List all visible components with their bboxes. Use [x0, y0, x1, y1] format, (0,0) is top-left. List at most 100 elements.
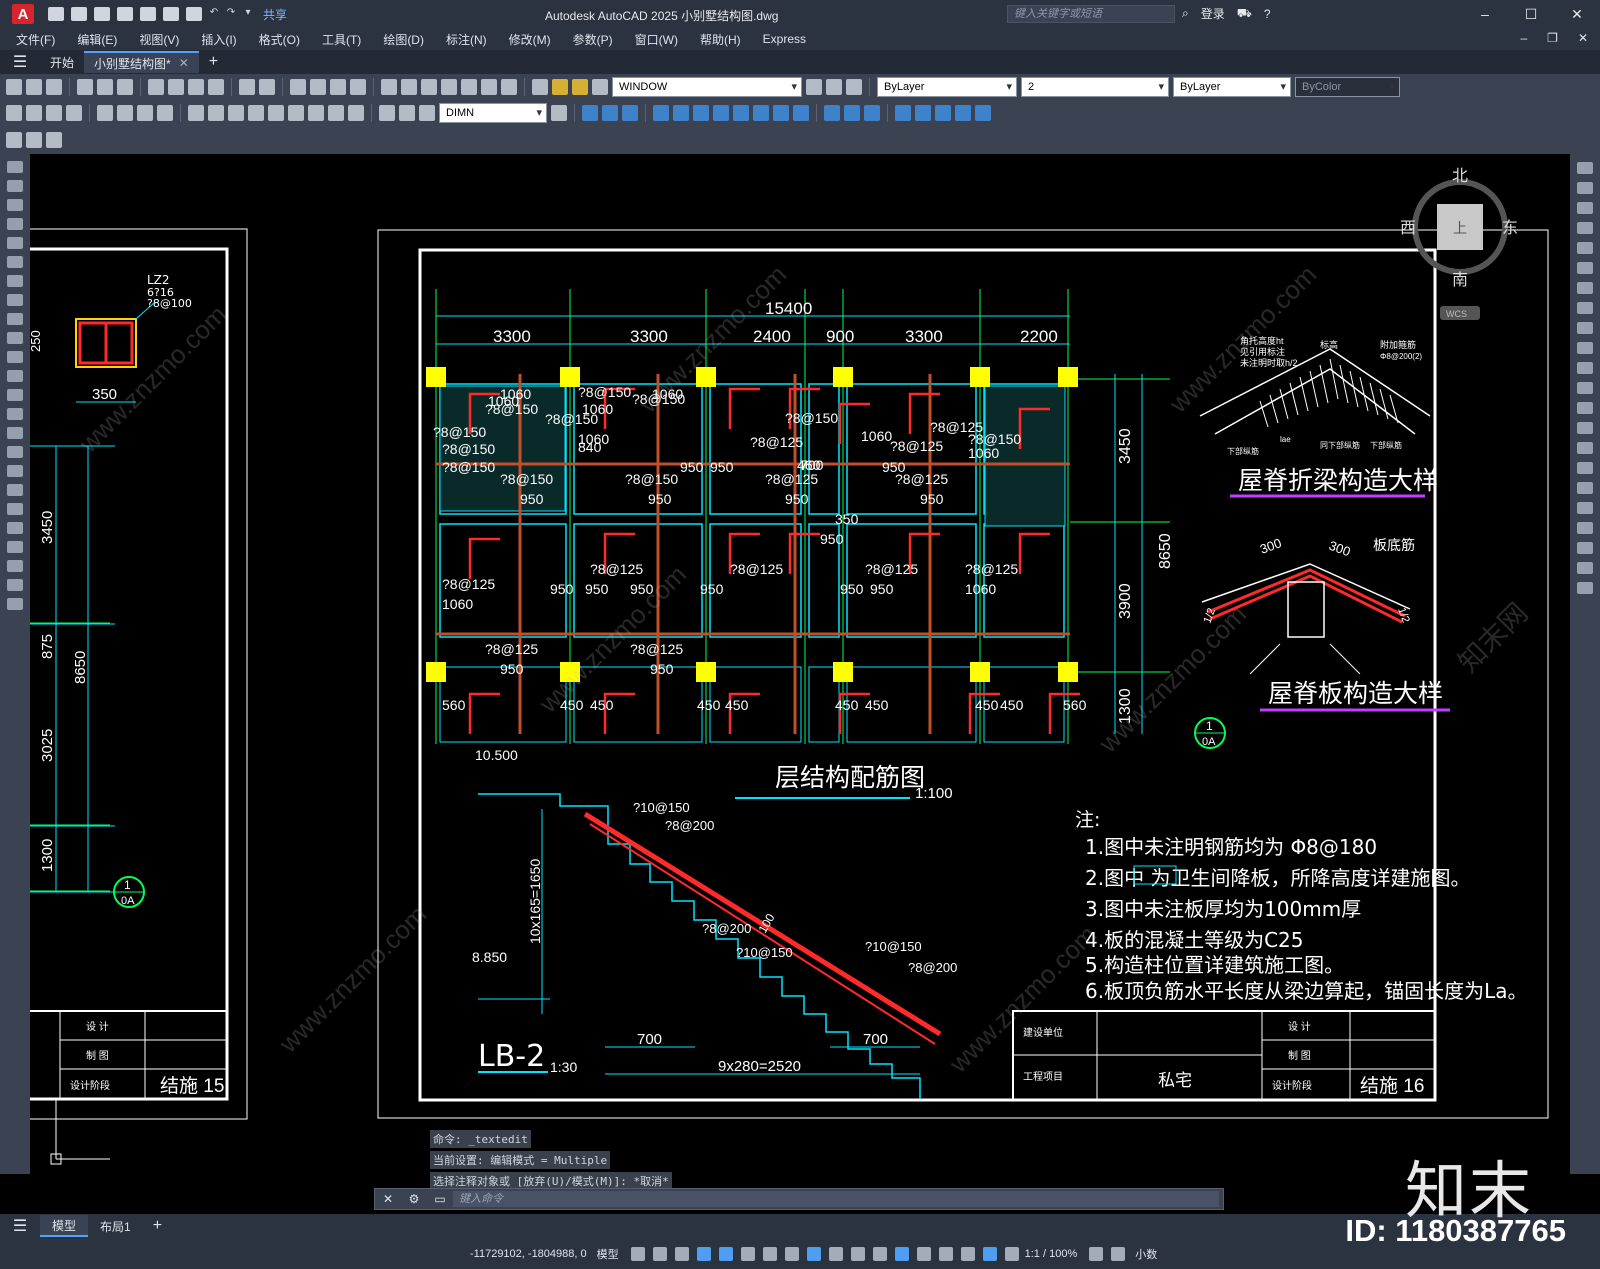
customize-dropdown-icon[interactable]: ▾ [243, 7, 253, 21]
coordinate-readout[interactable]: -11729102, -1804988, 0 [470, 1248, 587, 1260]
plotstyle-dropdown[interactable]: ByColor [1295, 77, 1400, 97]
dim-radius-icon[interactable] [97, 105, 113, 121]
tool-palettes-icon[interactable] [421, 79, 437, 95]
interference-icon[interactable] [793, 105, 809, 121]
join-icon[interactable] [1577, 422, 1593, 434]
dim-continue-icon[interactable] [228, 105, 244, 121]
zoom-realtime-icon[interactable] [310, 79, 326, 95]
layer-on-icon[interactable] [552, 79, 568, 95]
save-to-web-icon[interactable] [163, 7, 179, 21]
layer-thaw-icon[interactable] [572, 79, 588, 95]
share-button[interactable]: 共享 [263, 6, 287, 23]
offset-faces-icon[interactable] [864, 105, 880, 121]
offset-icon[interactable] [1577, 222, 1593, 234]
menu-item-8[interactable]: 修改(M) [509, 31, 551, 48]
open-from-web-icon[interactable] [140, 7, 156, 21]
viewcube[interactable]: 上 北 南 东 西 WCS [1400, 167, 1518, 320]
rectangle-icon[interactable] [7, 256, 23, 268]
extrude-faces-icon[interactable] [824, 105, 840, 121]
polyline-icon[interactable] [7, 218, 23, 230]
undo-icon[interactable] [239, 79, 255, 95]
isometric-icon[interactable] [762, 1246, 777, 1261]
plot-icon[interactable] [186, 7, 202, 21]
lineweight-icon[interactable] [828, 1246, 843, 1261]
construction-line-icon[interactable] [7, 199, 23, 211]
lengthen-icon[interactable] [1577, 542, 1593, 554]
menu-item-11[interactable]: 帮助(H) [700, 31, 741, 48]
jogged-linear-icon[interactable] [348, 105, 364, 121]
viewcube-south[interactable]: 南 [1452, 271, 1468, 289]
tab-layout1[interactable]: 布局1 [88, 1215, 143, 1237]
dimstyle-dropdown[interactable]: DIMN [439, 103, 547, 123]
units-readout[interactable]: 小数 [1135, 1246, 1157, 1262]
open-icon[interactable] [26, 79, 42, 95]
design-center-icon[interactable] [401, 79, 417, 95]
plot-icon[interactable] [77, 79, 93, 95]
menu-item-2[interactable]: 视图(V) [139, 31, 179, 48]
match-properties-icon[interactable] [208, 79, 224, 95]
gizmo-icon[interactable] [960, 1246, 975, 1261]
linetype-dropdown[interactable]: 2 [1021, 77, 1169, 97]
array-icon[interactable] [1577, 242, 1593, 254]
mtext-icon[interactable] [7, 522, 23, 534]
command-recent-icon[interactable]: ▭ [427, 1192, 453, 1206]
ellipse-arc-icon[interactable] [7, 370, 23, 382]
color-dropdown[interactable]: ByLayer [877, 77, 1017, 97]
move-faces-icon[interactable] [844, 105, 860, 121]
rotate-icon[interactable] [1577, 282, 1593, 294]
new-tab-button[interactable]: + [209, 53, 218, 71]
polygon-icon[interactable] [7, 237, 23, 249]
close-tab-icon[interactable]: ✕ [179, 56, 189, 70]
publish-icon[interactable] [117, 79, 133, 95]
break-icon[interactable] [1577, 402, 1593, 414]
autocad-logo[interactable]: A [12, 4, 34, 24]
menu-item-10[interactable]: 窗口(W) [635, 31, 678, 48]
menu-item-4[interactable]: 格式(O) [259, 31, 300, 48]
qnew-icon[interactable] [6, 79, 22, 95]
properties-icon[interactable] [1577, 562, 1593, 574]
viewcube-north[interactable]: 北 [1452, 167, 1468, 185]
menu-item-1[interactable]: 编辑(E) [77, 31, 117, 48]
dim-break-icon[interactable] [268, 105, 284, 121]
cart-icon[interactable]: ⛟ [1237, 6, 1252, 22]
annotation-visibility-icon[interactable] [982, 1246, 997, 1261]
copy-icon[interactable] [1577, 182, 1593, 194]
extend-icon[interactable] [1577, 362, 1593, 374]
match-icon[interactable] [1577, 582, 1593, 594]
dim-update-icon[interactable] [419, 105, 435, 121]
save-icon[interactable] [46, 79, 62, 95]
new-layout-button[interactable]: + [153, 1217, 162, 1235]
viewcube-west[interactable]: 西 [1400, 220, 1416, 237]
arc-icon[interactable] [7, 275, 23, 287]
login-button[interactable]: 登录 [1201, 5, 1225, 22]
explode-icon[interactable] [1577, 502, 1593, 514]
transparency-icon[interactable] [850, 1246, 865, 1261]
center-mark-icon[interactable] [308, 105, 324, 121]
dim-space-icon[interactable] [248, 105, 264, 121]
object-snap-icon[interactable] [806, 1246, 821, 1261]
dim-aligned-icon[interactable] [26, 105, 42, 121]
object-snap-tracking-icon[interactable] [784, 1246, 799, 1261]
selection-filter-icon[interactable] [938, 1246, 953, 1261]
dim-angular-icon[interactable] [157, 105, 173, 121]
tab-start[interactable]: 开始 [40, 51, 84, 73]
paste-icon[interactable] [188, 79, 204, 95]
close-button[interactable]: ✕ [1554, 0, 1600, 28]
3d-cylinder-icon[interactable] [622, 105, 638, 121]
layer-previous-icon[interactable] [826, 79, 842, 95]
add-selected-icon[interactable] [7, 541, 23, 553]
dim-diameter-icon[interactable] [137, 105, 153, 121]
properties-icon[interactable] [381, 79, 397, 95]
snap-icon[interactable] [652, 1246, 667, 1261]
imprint-icon[interactable] [895, 105, 911, 121]
sheet-set-icon[interactable] [441, 79, 457, 95]
align-icon[interactable] [1577, 522, 1593, 534]
ellipse-icon[interactable] [7, 351, 23, 363]
3d-wedge-icon[interactable] [602, 105, 618, 121]
quick-dim-icon[interactable] [188, 105, 204, 121]
copy-icon[interactable] [168, 79, 184, 95]
selection-cycling-icon[interactable] [872, 1246, 887, 1261]
region-icon[interactable] [7, 484, 23, 496]
command-close-icon[interactable]: ✕ [375, 1192, 401, 1206]
model-space-toggle[interactable]: 模型 [597, 1246, 619, 1262]
